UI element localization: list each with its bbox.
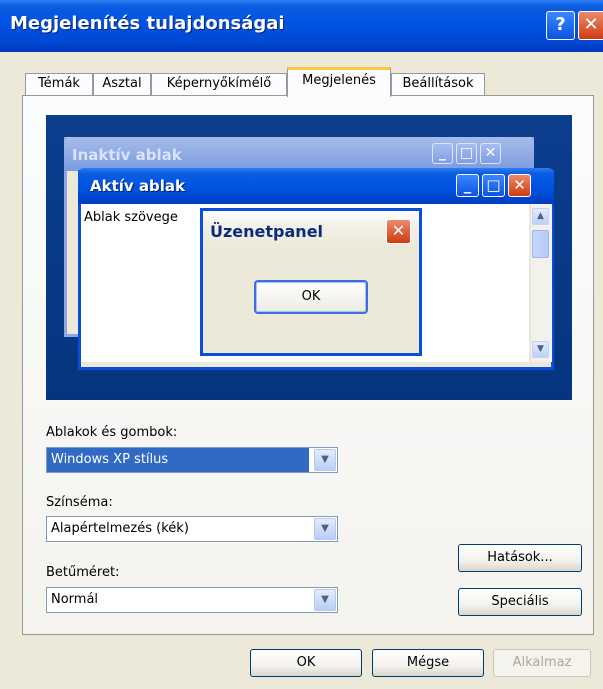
- inactive-maximize-icon: □: [456, 143, 477, 164]
- font-size-select[interactable]: Normál ▼: [46, 587, 338, 613]
- tab-screensaver[interactable]: Képernyőkímélő: [151, 73, 287, 95]
- message-box-title: Üzenetpanel: [210, 222, 324, 241]
- active-window-title: Aktív ablak: [90, 177, 185, 195]
- window-title: Megjelenítés tulajdonságai: [10, 13, 285, 34]
- inactive-window-title: Inaktív ablak: [72, 146, 182, 164]
- ok-button[interactable]: OK: [250, 649, 362, 677]
- windows-buttons-label: Ablakok és gombok:: [46, 425, 178, 440]
- tab-desktop[interactable]: Asztal: [93, 73, 151, 95]
- color-scheme-value: Alapértelmezés (kék): [51, 521, 189, 536]
- chevron-down-icon[interactable]: ▼: [314, 518, 336, 540]
- help-icon: ?: [555, 14, 566, 35]
- scroll-up-icon: ▲: [532, 208, 549, 225]
- color-scheme-select[interactable]: Alapértelmezés (kék) ▼: [46, 516, 338, 542]
- preview-scrollbar: [530, 204, 552, 362]
- active-minimize-icon: _: [456, 174, 479, 197]
- message-close-icon: ✕: [386, 219, 411, 244]
- font-size-value: Normál: [51, 592, 99, 607]
- chevron-down-icon[interactable]: ▼: [314, 589, 336, 611]
- effects-button[interactable]: Hatások...: [458, 544, 582, 572]
- active-close-icon: ✕: [508, 174, 531, 197]
- scroll-down-icon: ▼: [532, 341, 549, 358]
- tab-themes[interactable]: Témák: [25, 73, 93, 95]
- tab-settings[interactable]: Beállítások: [391, 73, 485, 95]
- color-scheme-label: Színséma:: [46, 495, 113, 510]
- inactive-minimize-icon: _: [432, 143, 453, 164]
- inactive-close-icon: ✕: [480, 143, 501, 164]
- font-size-label: Betűméret:: [46, 565, 120, 580]
- windows-buttons-value: Windows XP stílus: [47, 448, 309, 472]
- active-maximize-icon: □: [482, 174, 505, 197]
- close-icon: ✕: [583, 14, 599, 35]
- apply-button[interactable]: Alkalmaz: [493, 649, 591, 677]
- cancel-button[interactable]: Mégse: [372, 649, 484, 677]
- help-button[interactable]: ?: [546, 11, 575, 40]
- close-button[interactable]: ✕: [578, 11, 603, 40]
- tab-appearance[interactable]: Megjelenés: [287, 67, 391, 97]
- windows-buttons-select[interactable]: Windows XP stílus ▼: [46, 447, 338, 473]
- window-text-sample: Ablak szövege: [84, 210, 178, 225]
- scroll-thumb: [532, 230, 549, 258]
- advanced-button[interactable]: Speciális: [458, 588, 582, 616]
- chevron-down-icon[interactable]: ▼: [314, 449, 336, 471]
- message-ok-button: OK: [254, 280, 368, 314]
